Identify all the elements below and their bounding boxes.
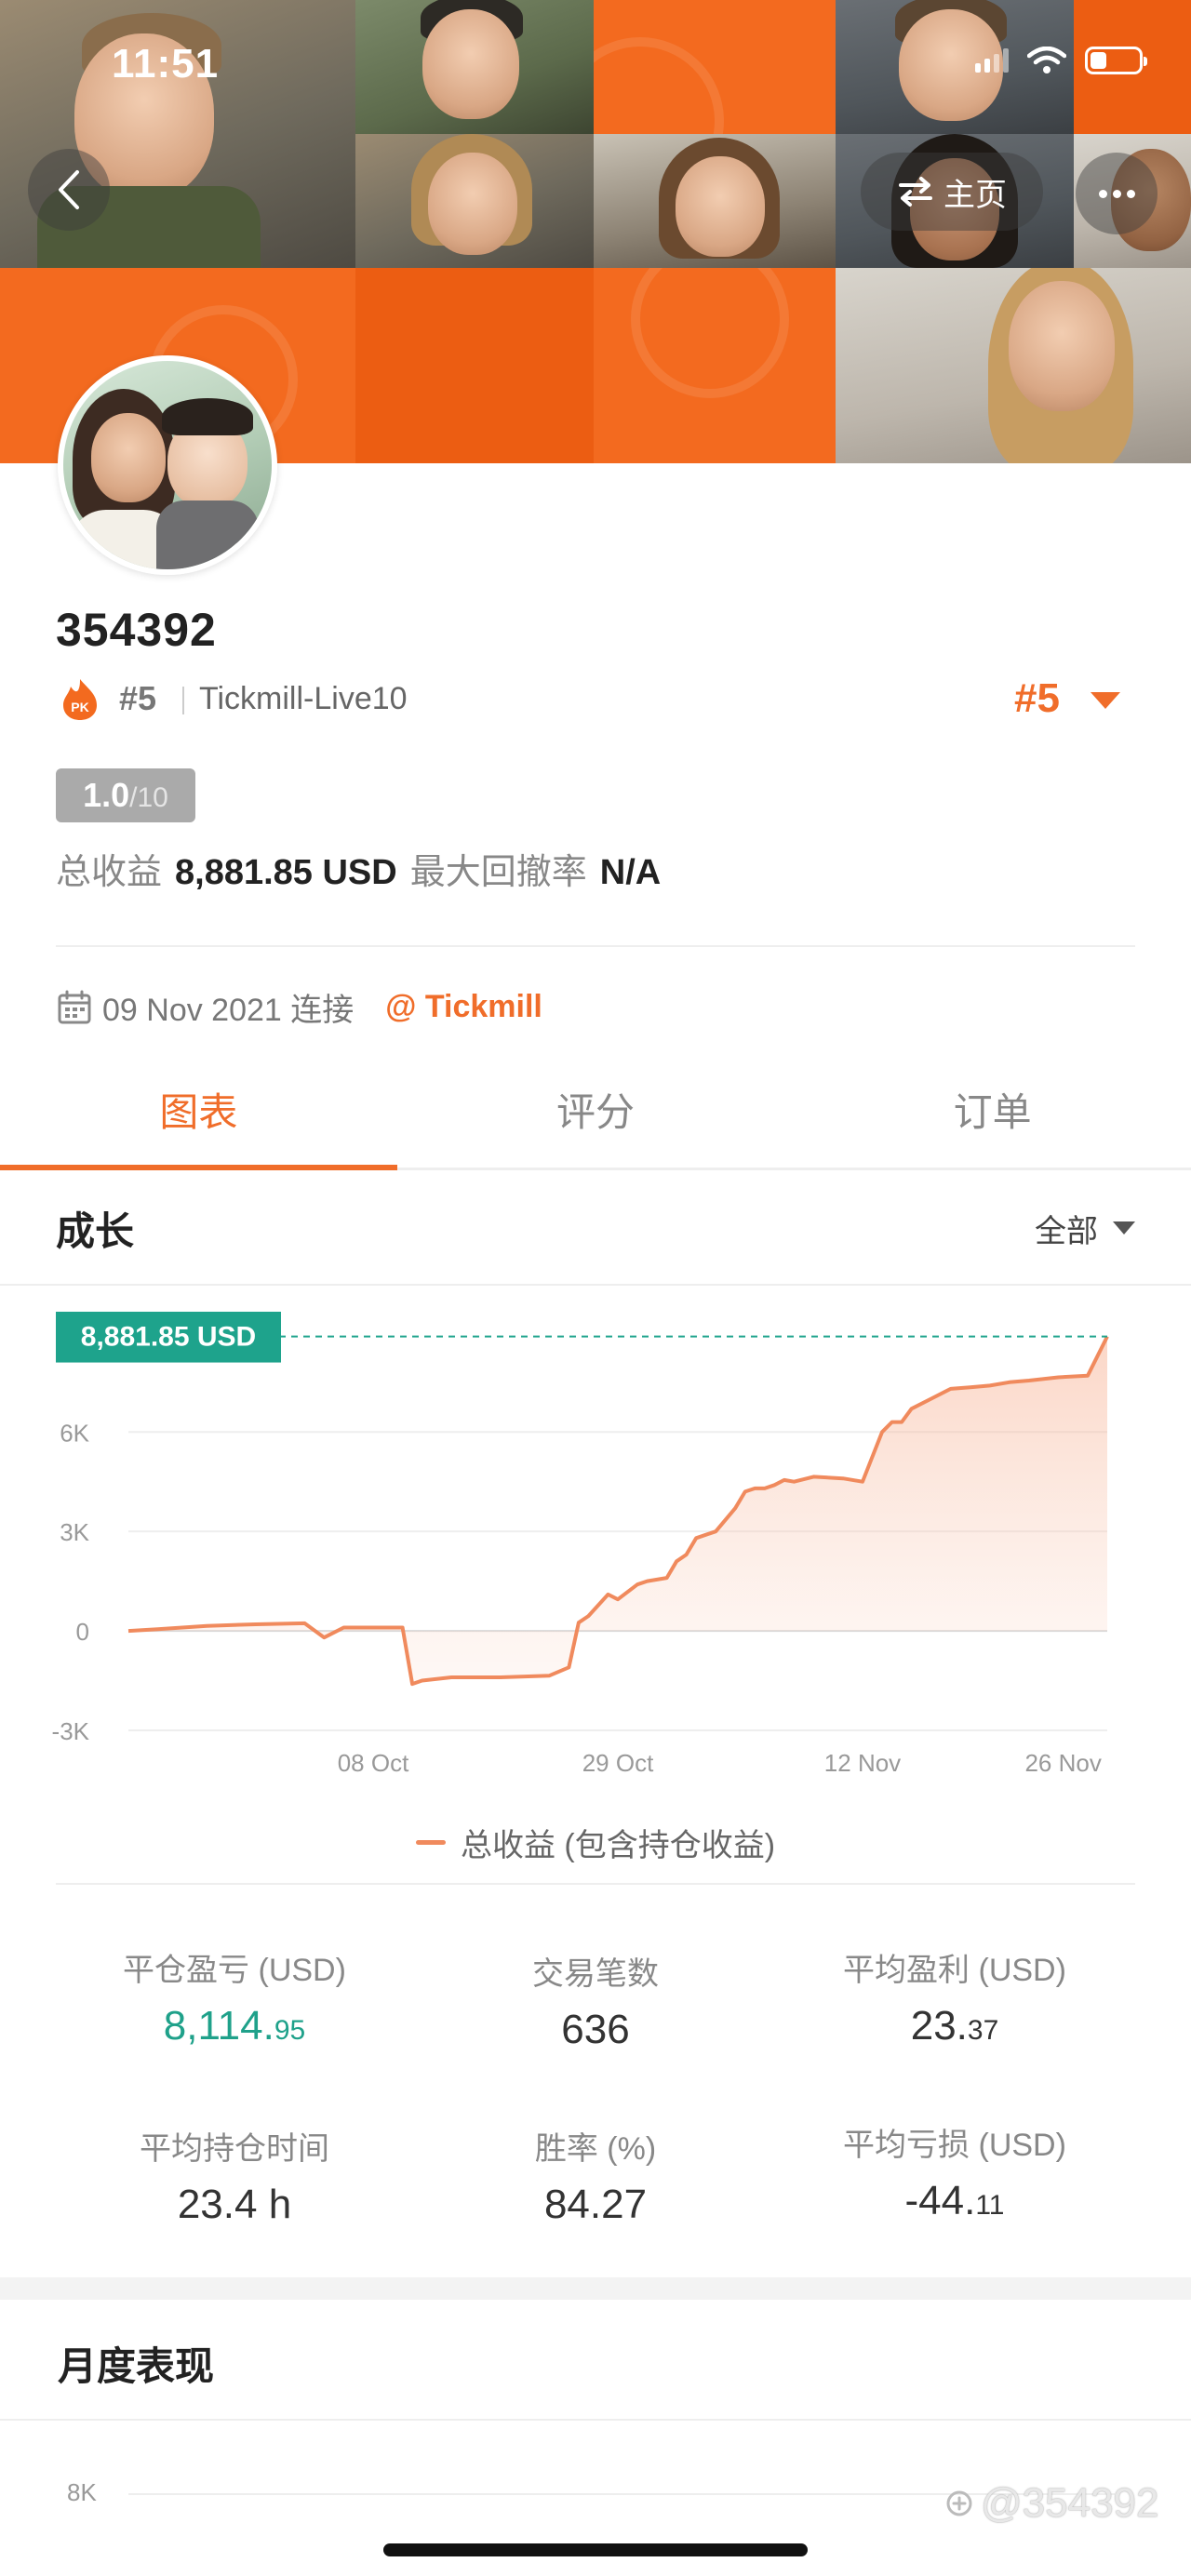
max-drawdown-value: N/A (599, 853, 662, 892)
divider (56, 1883, 1135, 1885)
username: 354392 (56, 604, 217, 656)
chart-x-tick: 12 Nov (824, 1749, 901, 1777)
more-dots-icon (1098, 189, 1107, 198)
chart-y-tick: 0 (76, 1618, 89, 1646)
pk-fire-icon: PK (63, 679, 97, 720)
growth-chart: 6K 3K 0 -3K 08 Oct 29 Oct 12 Nov 26 Nov 8,881.8… (0, 1310, 1191, 1777)
growth-title: 成长 (56, 1208, 135, 1253)
divider (0, 2419, 1191, 2421)
total-income-value: 8,881.85 USD (175, 853, 397, 892)
chart-legend: 总收益 (包含持仓收益) (0, 1820, 1191, 1865)
stat-label: 平均亏损 (USD) (843, 2128, 1066, 2163)
stat-label: 平仓盈亏 (USD) (123, 1953, 346, 1988)
stat-closed-pnl: 平仓盈亏 (USD) 8,114.95 (48, 1944, 421, 2049)
banner-tile (594, 0, 836, 134)
caret-down-icon (1113, 1221, 1135, 1235)
score-max: /10 (129, 782, 168, 813)
stat-win-rate: 胜率 (%) 84.27 (409, 2123, 782, 2228)
stat-value: 23.4 h (177, 2182, 292, 2227)
broker-account: Tickmill-Live10 (199, 681, 408, 716)
status-time: 11:51 (112, 41, 220, 87)
rank-label: #5 (119, 679, 157, 717)
back-button[interactable] (28, 149, 110, 231)
score-value: 1.0 (83, 776, 130, 814)
stat-value: 636 (561, 2007, 630, 2052)
divider (182, 687, 184, 714)
chevron-left-icon (59, 170, 79, 209)
banner-photo (355, 0, 594, 134)
broker-link[interactable]: @ Tickmill (385, 989, 542, 1025)
range-filter[interactable]: 全部 (1035, 1206, 1135, 1251)
stat-value: 8,114.95 (163, 2003, 306, 2049)
stat-value: 84.27 (543, 2182, 648, 2227)
wifi-icon (1027, 47, 1066, 73)
more-button[interactable] (1076, 153, 1158, 234)
stat-label: 平均盈利 (USD) (843, 1953, 1066, 1988)
watermark-text: @354392 (981, 2480, 1159, 2526)
chart-x-tick: 29 Oct (582, 1749, 654, 1777)
max-drawdown-label: 最大回撤率 (409, 853, 587, 892)
stat-value: -44.11 (904, 2178, 1005, 2223)
stat-value: 23.37 (910, 2003, 999, 2049)
calendar-icon (58, 990, 91, 1023)
legend-line-icon (415, 1840, 446, 1845)
tab-rating[interactable]: 评分 (397, 1051, 795, 1168)
tab-chart[interactable]: 图表 (0, 1051, 397, 1170)
stat-avg-loss: 平均亏损 (USD) -44.11 (769, 2119, 1141, 2224)
monthly-title: 月度表现 (58, 2344, 215, 2388)
divider (56, 945, 1135, 947)
avatar[interactable] (58, 355, 277, 575)
signal-icon (975, 48, 1009, 73)
banner-tile (355, 268, 594, 463)
growth-chart-svg: 6K 3K 0 -3K 08 Oct 29 Oct 12 Nov 26 Nov 8,881.8… (52, 1310, 1109, 1777)
chart-y-tick: 6K (60, 1419, 89, 1447)
stat-avg-hold-time: 平均持仓时间 23.4 h (48, 2123, 421, 2228)
legend-label: 总收益 (包含持仓收益) (460, 1828, 776, 1863)
current-value-label: 8,881.85 USD (81, 1322, 256, 1353)
section-separator (0, 2277, 1191, 2300)
chart-y-tick: -3K (52, 1717, 90, 1745)
stat-trade-count: 交易笔数 636 (409, 1948, 782, 2053)
connection-info: 09 Nov 2021 连接 @ Tickmill (56, 984, 542, 1030)
monthly-axis-label: 8K (67, 2478, 97, 2506)
stat-label: 胜率 (%) (534, 2131, 657, 2167)
tab-orders[interactable]: 订单 (794, 1051, 1191, 1168)
tab-bar: 图表 评分 订单 (0, 1051, 1191, 1170)
home-button-label: 主页 (943, 177, 1007, 213)
chart-x-tick: 26 Nov (1024, 1749, 1101, 1777)
chart-x-tick: 08 Oct (338, 1749, 409, 1777)
profit-summary: 总收益 8,881.85 USD 最大回撤率 N/A (56, 843, 661, 894)
score-badge: 1.0 /10 (56, 768, 195, 822)
caret-down-icon[interactable] (1091, 692, 1120, 709)
stat-label: 平均持仓时间 (140, 2131, 329, 2167)
banner-photo (355, 134, 594, 268)
home-button[interactable]: 主页 (861, 153, 1043, 231)
banner-tile (594, 268, 836, 463)
chart-y-tick: 3K (60, 1518, 89, 1546)
swap-icon (899, 177, 932, 207)
battery-icon (1085, 47, 1147, 74)
home-indicator[interactable] (383, 2543, 808, 2556)
banner-photo (836, 268, 1191, 463)
growth-header: 成长 全部 (0, 1172, 1191, 1286)
stat-label: 交易笔数 (532, 1956, 659, 1992)
range-filter-label: 全部 (1035, 1213, 1098, 1249)
connected-date: 09 Nov 2021 连接 (102, 993, 355, 1028)
stat-avg-profit: 平均盈利 (USD) 23.37 (769, 1944, 1141, 2049)
svg-text:PK: PK (71, 700, 88, 714)
banner-photo (594, 134, 836, 268)
rank-badge[interactable]: #5 (1014, 675, 1060, 722)
watermark: @354392 (943, 2480, 1159, 2527)
total-income-label: 总收益 (56, 853, 163, 892)
weibo-icon (946, 2490, 972, 2516)
status-icons (975, 47, 1147, 74)
